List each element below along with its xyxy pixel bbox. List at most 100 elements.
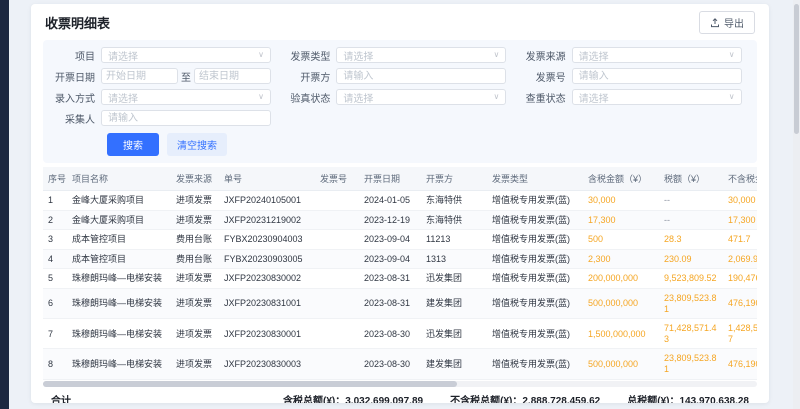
cell-date: 2024-01-05 bbox=[359, 191, 421, 211]
cell-invoice-no bbox=[315, 349, 359, 379]
invoice-source-select[interactable]: 请选择 ∨ bbox=[572, 47, 742, 63]
invoice-type-select[interactable]: 请选择 ∨ bbox=[336, 47, 506, 63]
cell-invoice-no bbox=[315, 191, 359, 211]
cell-project: 金峰大厦采购项目 bbox=[67, 210, 171, 230]
table-row[interactable]: 8珠穆朗玛峰—电梯安装进项发票JXFP202308300032023-08-30… bbox=[43, 349, 757, 379]
cell-net: 17,300 bbox=[723, 210, 757, 230]
project-select[interactable]: 请选择 ∨ bbox=[101, 47, 271, 63]
cell-order-no: JXFP20240105001 bbox=[219, 191, 315, 211]
cell-net: 476,190,476.19 bbox=[723, 289, 757, 319]
cell-issuer: 迅发集团 bbox=[421, 319, 487, 349]
invoice-type-label: 发票类型 bbox=[278, 48, 336, 63]
dup-status-label: 查重状态 bbox=[514, 90, 572, 105]
invoice-date-label: 开票日期 bbox=[43, 69, 101, 84]
search-button[interactable]: 搜索 bbox=[107, 133, 159, 156]
entry-method-select-placeholder: 请选择 bbox=[108, 90, 258, 105]
table-row[interactable]: 1金峰大厦采购项目进项发票JXFP202401050012024-01-05东海… bbox=[43, 191, 757, 211]
clear-search-button[interactable]: 清空搜索 bbox=[167, 133, 227, 156]
invoice-source-select-placeholder: 请选择 bbox=[579, 48, 729, 63]
collector-label: 采集人 bbox=[43, 111, 101, 126]
issuer-input[interactable] bbox=[336, 68, 506, 84]
chevron-down-icon: ∨ bbox=[258, 93, 264, 101]
table-row[interactable]: 7珠穆朗玛峰—电梯安装进项发票JXFP202308300012023-08-30… bbox=[43, 319, 757, 349]
collector-input[interactable] bbox=[101, 110, 271, 126]
vertical-scrollbar-thumb[interactable] bbox=[794, 4, 799, 134]
cell-date: 2023-08-31 bbox=[359, 269, 421, 289]
filter-actions: 搜索 清空搜索 bbox=[107, 133, 749, 156]
column-header: 开票日期 bbox=[359, 167, 421, 191]
net-total-value: 2,888,728,459.62 bbox=[522, 396, 600, 403]
gross-total-value: 3,032,699,097.89 bbox=[345, 396, 423, 403]
table-row[interactable]: 6珠穆朗玛峰—电梯安装进项发票JXFP202308310012023-08-31… bbox=[43, 289, 757, 319]
cell-net: 30,000 bbox=[723, 191, 757, 211]
export-button[interactable]: 导出 bbox=[699, 11, 755, 34]
cell-amount: 500 bbox=[583, 230, 659, 250]
verify-status-select[interactable]: 请选择 ∨ bbox=[336, 89, 506, 105]
cell-type: 增值税专用发票(蓝) bbox=[487, 191, 583, 211]
invoice-type-select-placeholder: 请选择 bbox=[343, 48, 493, 63]
invoice-source-label: 发票来源 bbox=[514, 48, 572, 63]
table-row[interactable]: 5珠穆朗玛峰—电梯安装进项发票JXFP202308300022023-08-31… bbox=[43, 269, 757, 289]
cell-project: 珠穆朗玛峰—电梯安装 bbox=[67, 289, 171, 319]
project-select-placeholder: 请选择 bbox=[108, 48, 258, 63]
cell-type: 增值税专用发票(蓝) bbox=[487, 269, 583, 289]
cell-tax: -- bbox=[659, 210, 723, 230]
summary-row: 合计 含税总额(¥)：3,032,699,097.89 不含税总额(¥)：2,8… bbox=[43, 389, 757, 403]
column-header: 不含税金额（¥） bbox=[723, 167, 757, 191]
tax-total-value: 143,970,638.28 bbox=[679, 396, 749, 403]
cell-index: 4 bbox=[43, 249, 67, 269]
gross-total-label: 含税总额(¥)： bbox=[283, 396, 345, 403]
chevron-down-icon: ∨ bbox=[729, 93, 735, 101]
cell-source: 进项发票 bbox=[171, 289, 219, 319]
cell-tax: 23,809,523.81 bbox=[659, 349, 723, 379]
cell-index: 6 bbox=[43, 289, 67, 319]
verify-status-select-placeholder: 请选择 bbox=[343, 90, 493, 105]
date-start-input[interactable] bbox=[101, 68, 178, 84]
column-header: 税额（¥） bbox=[659, 167, 723, 191]
cell-project: 成本管控项目 bbox=[67, 249, 171, 269]
cell-type: 增值税专用发票(蓝) bbox=[487, 349, 583, 379]
horizontal-scrollbar bbox=[43, 381, 757, 387]
cell-issuer: 建发集团 bbox=[421, 349, 487, 379]
dup-status-select[interactable]: 请选择 ∨ bbox=[572, 89, 742, 105]
invoice-no-input[interactable] bbox=[572, 68, 742, 84]
cell-project: 珠穆朗玛峰—电梯安装 bbox=[67, 349, 171, 379]
cell-amount: 1,500,000,000 bbox=[583, 319, 659, 349]
column-header: 单号 bbox=[219, 167, 315, 191]
date-end-input[interactable] bbox=[194, 68, 271, 84]
cell-tax: 9,523,809.52 bbox=[659, 269, 723, 289]
issuer-label: 开票方 bbox=[278, 69, 336, 84]
cell-source: 进项发票 bbox=[171, 319, 219, 349]
cell-order-no: JXFP20230830002 bbox=[219, 269, 315, 289]
net-total-label: 不含税总额(¥)： bbox=[450, 396, 522, 403]
cell-date: 2023-09-04 bbox=[359, 249, 421, 269]
cell-order-no: JXFP20231219002 bbox=[219, 210, 315, 230]
entry-method-select[interactable]: 请选择 ∨ bbox=[101, 89, 271, 105]
chevron-down-icon: ∨ bbox=[729, 51, 735, 59]
cell-order-no: FYBX20230904003 bbox=[219, 230, 315, 250]
cell-net: 190,476,190.48 bbox=[723, 269, 757, 289]
cell-source: 费用台账 bbox=[171, 249, 219, 269]
table-row[interactable]: 4成本管控项目费用台账FYBX202309030052023-09-041313… bbox=[43, 249, 757, 269]
cell-net: 1,428,571,428.57 bbox=[723, 319, 757, 349]
table-row[interactable]: 2金峰大厦采购项目进项发票JXFP202312190022023-12-19东海… bbox=[43, 210, 757, 230]
verify-status-label: 验真状态 bbox=[278, 90, 336, 105]
cell-tax: 23,809,523.81 bbox=[659, 289, 723, 319]
cell-tax: 230.09 bbox=[659, 249, 723, 269]
invoice-table-wrap: 序号项目名称发票来源单号发票号开票日期开票方发票类型含税金额（¥）税额（¥）不含… bbox=[43, 167, 757, 380]
chevron-down-icon: ∨ bbox=[493, 93, 499, 101]
column-header: 发票号 bbox=[315, 167, 359, 191]
cell-type: 增值税专用发票(蓝) bbox=[487, 289, 583, 319]
cell-amount: 17,300 bbox=[583, 210, 659, 230]
cell-source: 进项发票 bbox=[171, 210, 219, 230]
table-row[interactable]: 3成本管控项目费用台账FYBX202309040032023-09-041121… bbox=[43, 230, 757, 250]
table-header-row: 序号项目名称发票来源单号发票号开票日期开票方发票类型含税金额（¥）税额（¥）不含… bbox=[43, 167, 757, 191]
cell-issuer: 东海特供 bbox=[421, 210, 487, 230]
horizontal-scrollbar-thumb[interactable] bbox=[43, 381, 457, 387]
cell-invoice-no bbox=[315, 230, 359, 250]
cell-issuer: 建发集团 bbox=[421, 289, 487, 319]
cell-index: 2 bbox=[43, 210, 67, 230]
net-total: 不含税总额(¥)：2,888,728,459.62 bbox=[450, 392, 600, 403]
cell-date: 2023-08-30 bbox=[359, 319, 421, 349]
vertical-scrollbar bbox=[793, 0, 800, 409]
